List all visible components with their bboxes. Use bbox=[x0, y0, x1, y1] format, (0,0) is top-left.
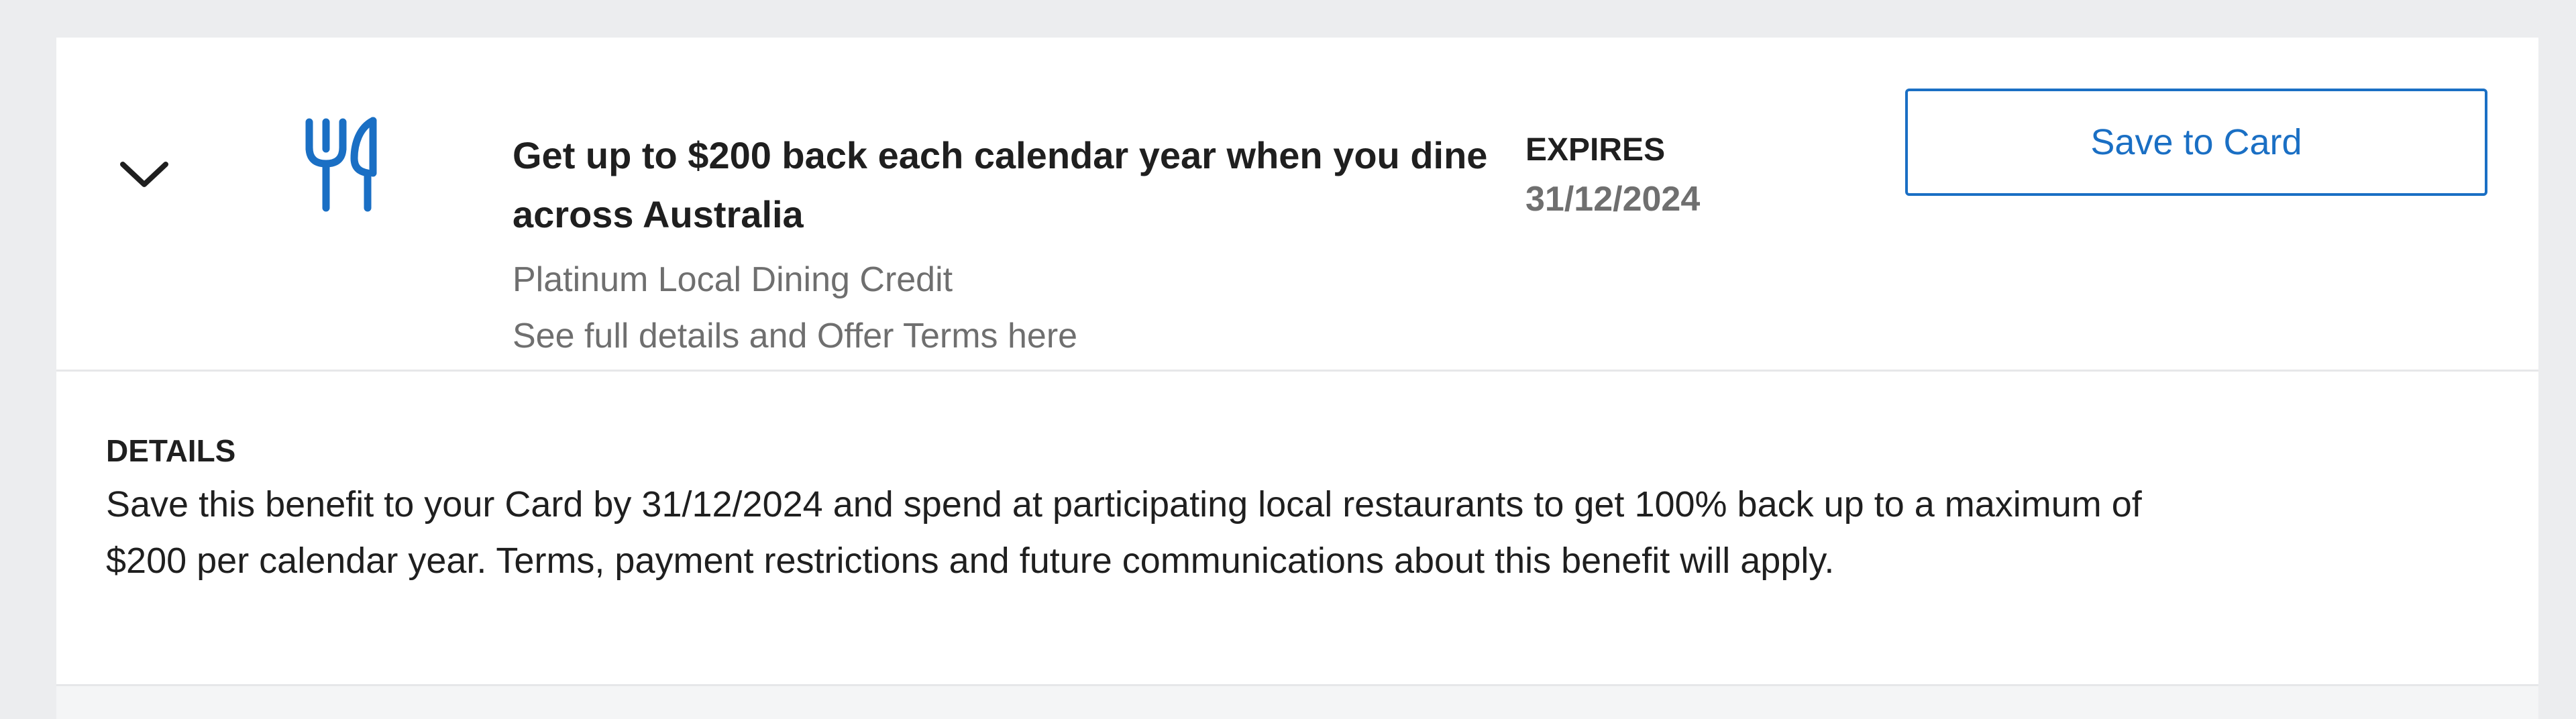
offer-card: Get up to $200 back each calendar year w… bbox=[56, 38, 2538, 719]
expiry-block: EXPIRES 31/12/2024 bbox=[1525, 130, 1700, 221]
details-heading: DETAILS bbox=[106, 433, 236, 468]
dining-icon bbox=[279, 102, 400, 223]
section-divider bbox=[56, 684, 2538, 719]
expires-date: 31/12/2024 bbox=[1525, 180, 1701, 219]
details-text: Save this benefit to your Card by 31/12/… bbox=[106, 484, 2142, 581]
offer-subtitle: Platinum Local Dining Credit bbox=[513, 260, 953, 299]
offer-info: Get up to $200 back each calendar year w… bbox=[513, 126, 1532, 360]
chevron-down-icon[interactable] bbox=[107, 138, 181, 212]
details-section: DETAILS Save this benefit to your Card b… bbox=[106, 431, 2186, 589]
offer-summary-row: Get up to $200 back each calendar year w… bbox=[56, 38, 2538, 372]
offer-title: Get up to $200 back each calendar year w… bbox=[513, 134, 1488, 235]
save-to-card-button[interactable]: Save to Card bbox=[1905, 89, 2487, 196]
offer-terms-link[interactable]: See full details and Offer Terms here bbox=[513, 313, 1532, 360]
expires-label: EXPIRES bbox=[1525, 132, 1666, 168]
